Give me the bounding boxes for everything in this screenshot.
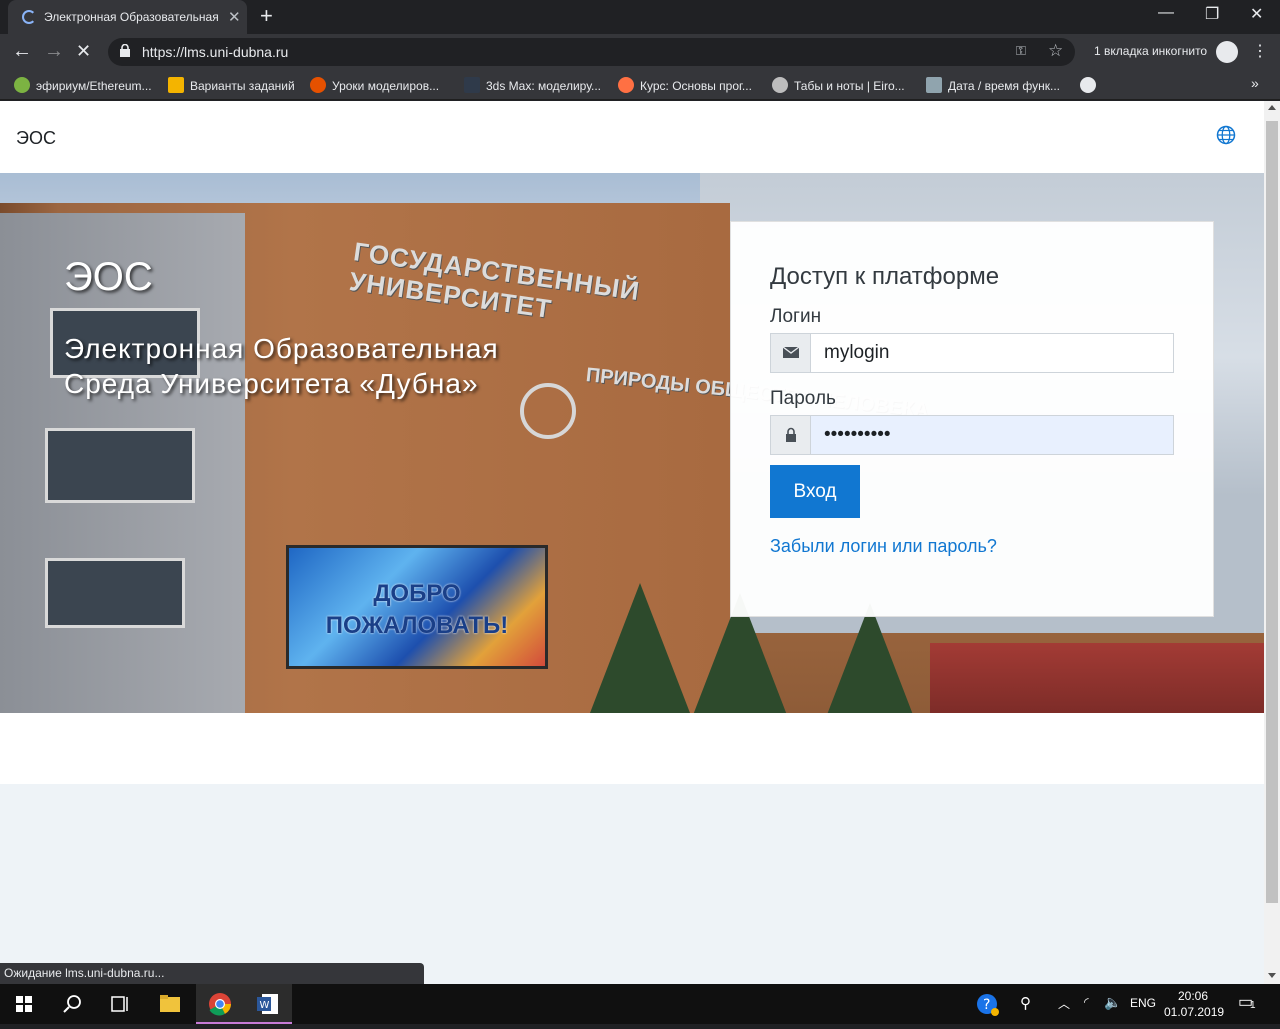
fir-tree (590, 583, 690, 713)
bookmark-item[interactable]: Табы и ноты | Eiro... (772, 77, 905, 93)
window-close-icon[interactable]: ✕ (1250, 4, 1263, 24)
chart-icon (168, 77, 184, 93)
password-label: Пароль (770, 388, 836, 409)
help-icon[interactable]: ? (976, 993, 1000, 1020)
password-input[interactable] (812, 416, 1173, 454)
scroll-thumb[interactable] (1266, 121, 1278, 903)
browser-menu-icon[interactable]: ⋮ (1252, 41, 1268, 61)
forgot-password-link[interactable]: Забыли логин или пароль? (770, 536, 997, 557)
key-icon[interactable]: ⚿ (1016, 43, 1026, 59)
bookmark-item[interactable]: Курс: Основы прог... (618, 77, 752, 93)
hero-section: ГОСУДАРСТВЕННЫЙ УНИВЕРСИТЕТ ПРИРОДЫ ОБЩЕ… (0, 173, 1264, 713)
wifi-icon[interactable]: ◜ (1084, 995, 1089, 1009)
tab-close-icon[interactable]: ✕ (228, 8, 241, 26)
new-tab-button[interactable]: + (260, 5, 273, 27)
login-card: Доступ к платформе Логин Пароль Вход Заб… (730, 221, 1214, 617)
bookmark-item[interactable] (1080, 77, 1102, 93)
bookmark-item[interactable]: Варианты заданий (168, 77, 295, 93)
bookmark-item[interactable]: 3ds Max: моделиру... (464, 77, 601, 93)
password-group (770, 415, 1174, 455)
scroll-up-icon[interactable] (1268, 105, 1276, 110)
bookmarks-more-icon[interactable]: » (1251, 75, 1259, 91)
site-brand[interactable]: ЭОС (16, 128, 56, 149)
browser-tab[interactable]: Электронная Образовательная ✕ (8, 0, 247, 34)
windows-taskbar: W ? ⚲ ︿ ◜ 🔈 ENG 20:06 01.07.2019 ▭ 1 (0, 984, 1280, 1024)
username-group (770, 333, 1174, 373)
clock-time: 20:06 (1177, 989, 1209, 1003)
restore-icon[interactable]: ❐ (1205, 4, 1219, 24)
address-bar[interactable]: https://lms.uni-dubna.ru ⚿ ☆ (108, 38, 1075, 66)
task-view-button[interactable] (96, 984, 144, 1024)
volume-icon[interactable]: 🔈 (1104, 994, 1121, 1011)
windows-logo-icon (16, 996, 32, 1012)
tab-strip: Электронная Образовательная ✕ + — ❐ ✕ (0, 0, 1280, 34)
record-icon (772, 77, 788, 93)
ethereum-icon (14, 77, 30, 93)
welcome-banner: ДОБРО ПОЖАЛОВАТЬ! (286, 545, 548, 669)
bookmark-star-icon[interactable]: ☆ (1048, 41, 1063, 61)
login-button[interactable]: Вход (770, 465, 860, 518)
search-icon (63, 995, 81, 1013)
course-icon (618, 77, 634, 93)
page-scrollbar[interactable] (1264, 101, 1280, 984)
building-window (45, 428, 195, 503)
url-text: https://lms.uni-dubna.ru (142, 44, 289, 60)
language-globe-icon[interactable] (1216, 125, 1236, 145)
chrome-button[interactable] (196, 984, 244, 1024)
start-button[interactable] (0, 984, 48, 1024)
browser-toolbar: ← → ✕ https://lms.uni-dubna.ru ⚿ ☆ 1 вкл… (0, 34, 1280, 70)
forward-icon[interactable]: → (44, 40, 64, 62)
stop-loading-icon[interactable]: ✕ (76, 40, 91, 62)
site-navbar: ЭОС (0, 101, 1264, 173)
lock-icon (771, 416, 811, 454)
people-icon[interactable]: ⚲ (1020, 994, 1031, 1012)
background-roofs (930, 643, 1264, 713)
login-heading: Доступ к платформе (770, 263, 1000, 290)
svg-text:W: W (260, 1000, 270, 1011)
language-indicator[interactable]: ENG (1130, 996, 1156, 1010)
bookmark-item[interactable]: Уроки моделиров... (310, 77, 439, 93)
file-explorer-button[interactable] (146, 984, 194, 1024)
hero-title: ЭОС (64, 255, 153, 299)
notification-count: 1 (1250, 1000, 1256, 1011)
minimize-icon[interactable]: — (1158, 4, 1174, 22)
back-icon[interactable]: ← (12, 40, 32, 62)
username-label: Логин (770, 306, 822, 327)
scroll-down-icon[interactable] (1268, 973, 1276, 978)
word-button[interactable]: W (244, 984, 292, 1024)
page-footer-area (0, 784, 1264, 984)
bookmark-item[interactable]: Дата / время функ... (926, 77, 1060, 93)
folder-icon (160, 995, 180, 1012)
envelope-icon (771, 334, 811, 372)
username-input[interactable] (812, 334, 1173, 372)
document-icon (926, 77, 942, 93)
status-bubble: Ожидание lms.uni-dubna.ru... (0, 963, 424, 984)
search-button[interactable] (48, 984, 96, 1024)
word-icon: W (257, 994, 278, 1014)
taskbar-clock[interactable]: 20:06 01.07.2019 (1164, 988, 1225, 1020)
page-viewport: ЭОС ГОСУДАРСТВЕННЫЙ УНИВЕРСИТЕТ ПРИРОДЫ … (0, 101, 1264, 984)
lock-icon (120, 44, 130, 57)
bookmarks-bar: эфириум/Ethereum... Варианты заданий Уро… (0, 70, 1280, 100)
banner-text: ДОБРО ПОЖАЛОВАТЬ! (325, 580, 509, 639)
incognito-label: 1 вкладка инкогнито (1094, 44, 1208, 58)
building-window (45, 558, 185, 628)
hero-subtitle: Электронная Образовательная Среда Универ… (64, 333, 499, 399)
bookmark-item[interactable]: эфириум/Ethereum... (14, 77, 152, 93)
globe-icon (1080, 77, 1096, 93)
tray-chevron-icon[interactable]: ︿ (1058, 995, 1070, 1012)
incognito-icon[interactable] (1216, 41, 1238, 63)
fir-tree (820, 603, 920, 713)
shield-icon (310, 77, 326, 93)
task-view-icon (111, 996, 128, 1012)
clock-date: 01.07.2019 (1164, 1005, 1225, 1019)
chrome-icon (209, 993, 231, 1016)
loading-spinner-icon (22, 10, 36, 24)
svg-text:?: ? (983, 997, 990, 1013)
3ds-max-icon (464, 77, 480, 93)
tab-title: Электронная Образовательная (44, 10, 219, 24)
